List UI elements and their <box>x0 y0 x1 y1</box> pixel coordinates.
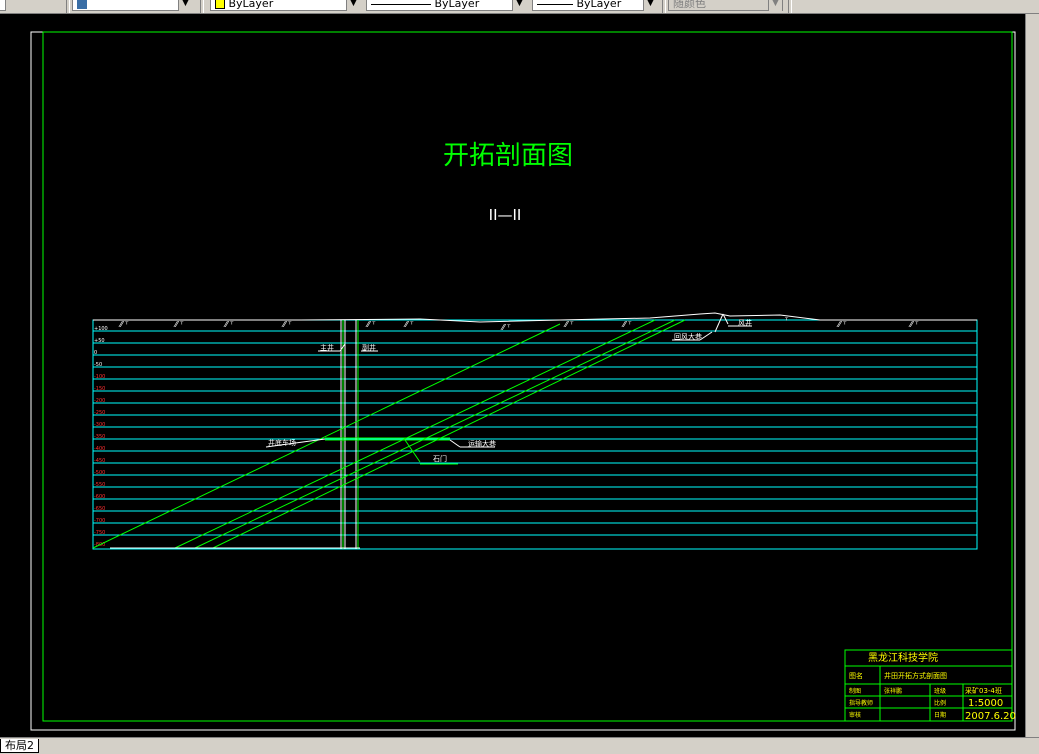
chevron-down-icon[interactable]: ▼ <box>346 0 360 11</box>
drawing-subtitle: II—II <box>489 206 522 224</box>
drawing-title: 开拓剖面图 <box>443 141 573 171</box>
svg-text:⁄⁄ ᵀ: ⁄⁄ ᵀ <box>118 320 129 329</box>
svg-text:⁄⁄ ᵀ: ⁄⁄ ᵀ <box>500 323 511 332</box>
svg-text:0: 0 <box>94 350 97 356</box>
coal-seams <box>92 319 686 549</box>
title-block-row1-value: 井田开拓方式剖面图 <box>884 671 947 680</box>
svg-text:⁄⁄ ᵀ: ⁄⁄ ᵀ <box>908 320 919 329</box>
svg-text:-150: -150 <box>94 386 105 392</box>
title-block-row2-value2: 采矿03-4班 <box>965 686 1002 695</box>
color-dropdown[interactable]: ByLayer <box>210 0 360 11</box>
title-block-row2-label2: 班级 <box>934 687 946 695</box>
chevron-down-icon[interactable]: ▼ <box>768 0 782 11</box>
lineweight-sample-icon <box>537 3 573 5</box>
svg-text:-100: -100 <box>94 374 105 380</box>
title-block-row3-label2: 比例 <box>934 699 946 707</box>
properties-toolbar: ▼ ByLayer ▼ ByLayer ▼ ByLayer ▼ 随颜色 ▼ <box>0 0 1039 14</box>
svg-text:⁄⁄ ᵀ: ⁄⁄ ᵀ <box>621 320 632 329</box>
leader-lines <box>265 325 752 448</box>
chevron-down-icon[interactable]: ▼ <box>178 0 192 11</box>
svg-text:-600: -600 <box>94 494 105 500</box>
svg-text:⁄⁄ ᵀ: ⁄⁄ ᵀ <box>365 320 376 329</box>
title-block-scale: 1:5000 <box>968 698 1003 709</box>
label-shaft-bottom: 井底车场 <box>268 438 296 447</box>
svg-text:⁄⁄ ᵀ: ⁄⁄ ᵀ <box>836 320 847 329</box>
svg-text:⁄⁄ ᵀ: ⁄⁄ ᵀ <box>281 320 292 329</box>
ventilation-shaft <box>714 313 729 333</box>
svg-text:-750: -750 <box>94 530 105 536</box>
lineweight-dropdown[interactable]: ByLayer <box>532 0 657 11</box>
svg-text:-550: -550 <box>94 482 105 488</box>
svg-text:+50: +50 <box>94 338 105 344</box>
section-frame <box>92 319 978 550</box>
drawing-svg: 开拓剖面图 II—II +100 +50 0 -50 -100 -150 -20… <box>30 31 1016 731</box>
title-block-row3-label: 指导教师 <box>849 699 873 707</box>
title-block-date: 2007.6.20 <box>965 711 1016 722</box>
svg-text:-50: -50 <box>94 362 102 368</box>
prev-control[interactable] <box>0 0 6 11</box>
title-block-institution: 黑龙江科技学院 <box>868 651 938 664</box>
svg-text:-300: -300 <box>94 422 105 428</box>
vertical-scrollbar[interactable] <box>1025 14 1039 737</box>
label-return-roadway: 回风大巷 <box>674 332 702 341</box>
tab-layout2[interactable]: 布局2 <box>0 739 39 753</box>
plotstyle-dropdown[interactable]: 随颜色 <box>668 0 783 11</box>
linetype-dropdown[interactable]: ByLayer <box>366 0 526 11</box>
svg-text:⁄⁄ ᵀ: ⁄⁄ ᵀ <box>403 320 414 329</box>
svg-text:-250: -250 <box>94 410 105 416</box>
label-ventilation-shaft: 风井 <box>738 318 752 327</box>
layer-dropdown[interactable] <box>72 0 192 11</box>
title-block-row4-label2: 日期 <box>934 711 946 719</box>
color-swatch-icon <box>215 0 225 9</box>
label-aux-shaft: 副井 <box>362 343 376 352</box>
inner-frame <box>42 31 1013 722</box>
svg-text:+100: +100 <box>94 326 108 332</box>
label-rock-gate: 石门 <box>433 454 447 463</box>
svg-text:-350: -350 <box>94 434 105 440</box>
title-block-row4-label: 审核 <box>849 711 861 719</box>
linetype-sample-icon <box>371 3 431 5</box>
label-main-shaft: 主井 <box>320 343 334 352</box>
svg-text:-650: -650 <box>94 506 105 512</box>
elevation-lines <box>93 330 977 536</box>
svg-text:-200: -200 <box>94 398 105 404</box>
svg-text:-450: -450 <box>94 458 105 464</box>
elevation-labels: +100 +50 0 -50 -100 -150 -200 -250 -300 … <box>94 326 108 548</box>
svg-text:⁄⁄ ᵀ: ⁄⁄ ᵀ <box>173 320 184 329</box>
title-block-row1-label: 图名 <box>849 671 863 680</box>
title-block: 黑龙江科技学院 图名 井田开拓方式剖面图 制图 张祥鹏 班级 采矿03-4班 指… <box>844 649 1016 722</box>
outer-frame <box>30 31 1016 731</box>
title-block-row2-label: 制图 <box>849 687 861 695</box>
drawing-canvas[interactable]: 开拓剖面图 II—II +100 +50 0 -50 -100 -150 -20… <box>0 14 1025 737</box>
svg-text:⁄⁄ ᵀ: ⁄⁄ ᵀ <box>223 320 234 329</box>
svg-text:⁄⁄ ᵀ: ⁄⁄ ᵀ <box>563 320 574 329</box>
svg-text:-500: -500 <box>94 470 105 476</box>
label-haulage-roadway: 运输大巷 <box>468 439 496 448</box>
chevron-down-icon[interactable]: ▼ <box>512 0 526 11</box>
title-block-row2-value: 张祥鹏 <box>884 687 902 695</box>
layout-tabs-bar: 布局2 <box>0 737 1039 754</box>
layer-icon <box>77 0 87 9</box>
svg-text:-400: -400 <box>94 446 105 452</box>
chevron-down-icon[interactable]: ▼ <box>643 0 657 11</box>
svg-text:-700: -700 <box>94 518 105 524</box>
terrain-symbols: ⁄⁄ ᵀ ⁄⁄ ᵀ ⁄⁄ ᵀ ⁄⁄ ᵀ ⁄⁄ ᵀ ⁄⁄ ᵀ ⁄⁄ ᵀ ⁄⁄ ᵀ … <box>118 316 919 332</box>
